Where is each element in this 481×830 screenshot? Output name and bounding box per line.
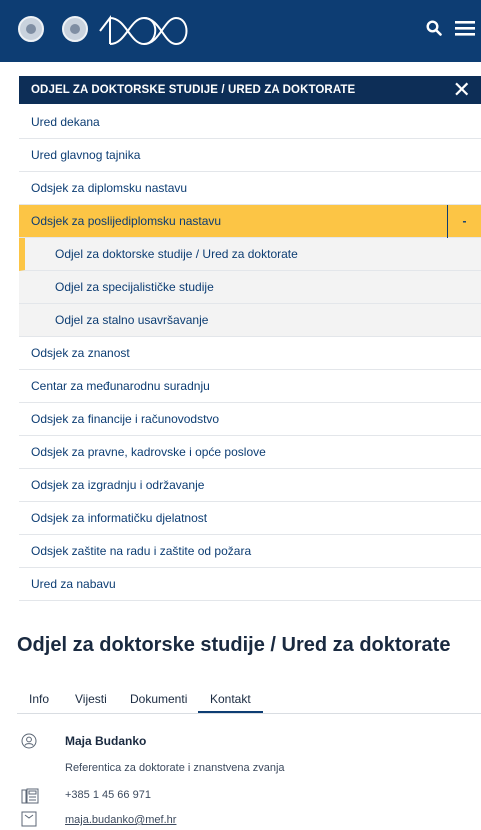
menu-item-label: Odjel za stalno usavršavanje bbox=[55, 313, 209, 327]
menu-item-izgradnja[interactable]: Odsjek za izgradnju i održavanje bbox=[19, 469, 481, 502]
menu-item-label: Odsjek za znanost bbox=[31, 346, 130, 360]
menu-item-label: Odsjek za diplomsku nastavu bbox=[31, 181, 188, 195]
content-tabs: Info Vijesti Dokumenti Kontakt bbox=[17, 692, 481, 714]
tab-info[interactable]: Info bbox=[29, 692, 49, 713]
menu-item-label: Ured dekana bbox=[31, 115, 100, 129]
page-title: Odjel za doktorske studije / Ured za dok… bbox=[17, 634, 451, 656]
contact-email-link[interactable]: maja.budanko@mef.hr bbox=[65, 814, 176, 826]
tab-vijesti[interactable]: Vijesti bbox=[75, 692, 107, 713]
person-icon bbox=[21, 733, 37, 749]
contact-phone: +385 1 45 66 971 bbox=[65, 789, 151, 801]
menu-item-label: Odsjek za informatičku djelatnost bbox=[31, 511, 208, 525]
menu-item-ured-glavnog-tajnika[interactable]: Ured glavnog tajnika bbox=[19, 139, 481, 172]
menu-item-label: Ured glavnog tajnika bbox=[31, 148, 141, 162]
phone-icon bbox=[21, 788, 39, 804]
faculty-seal-icon[interactable] bbox=[62, 16, 88, 42]
panel-title-bar: ODJEL ZA DOKTORSKE STUDIJE / URED ZA DOK… bbox=[19, 76, 481, 104]
tab-kontakt[interactable]: Kontakt bbox=[198, 692, 263, 713]
menu-item-financije[interactable]: Odsjek za financije i računovodstvo bbox=[19, 403, 481, 436]
menu-item-medunarodna-suradnja[interactable]: Centar za međunarodnu suradnju bbox=[19, 370, 481, 403]
menu-item-label: Centar za međunarodnu suradnju bbox=[31, 379, 210, 393]
contact-role: Referentica za doktorate i znanstvena zv… bbox=[65, 762, 285, 774]
hamburger-menu-icon[interactable] bbox=[455, 20, 475, 40]
menu-item-znanost[interactable]: Odsjek za znanost bbox=[19, 337, 481, 370]
collapse-toggle-button[interactable]: - bbox=[447, 205, 481, 238]
panel-title: ODJEL ZA DOKTORSKE STUDIJE / URED ZA DOK… bbox=[31, 84, 356, 96]
menu-item-informaticka-djelatnost[interactable]: Odsjek za informatičku djelatnost bbox=[19, 502, 481, 535]
tab-dokumenti[interactable]: Dokumenti bbox=[130, 692, 187, 713]
top-header bbox=[0, 0, 481, 62]
submenu-item-doktorske-studije[interactable]: Odjel za doktorske studije / Ured za dok… bbox=[19, 238, 481, 271]
menu-item-diplomska-nastava[interactable]: Odsjek za diplomsku nastavu bbox=[19, 172, 481, 205]
menu-item-pravni-poslovi[interactable]: Odsjek za pravne, kadrovske i opće poslo… bbox=[19, 436, 481, 469]
menu-item-label: Odjel za doktorske studije / Ured za dok… bbox=[55, 247, 298, 261]
submenu-item-stalno-usavrsavanje[interactable]: Odjel za stalno usavršavanje bbox=[19, 304, 481, 337]
contact-name: Maja Budanko bbox=[65, 734, 147, 748]
menu-item-label: Odsjek za poslijediplomsku nastavu bbox=[31, 214, 222, 228]
menu-item-label: Ured za nabavu bbox=[31, 577, 116, 591]
anniversary-100-logo[interactable] bbox=[98, 13, 190, 49]
menu-item-ured-dekana[interactable]: Ured dekana bbox=[19, 106, 481, 139]
menu-item-label: Odsjek za financije i računovodstvo bbox=[31, 412, 220, 426]
search-icon[interactable] bbox=[426, 20, 442, 40]
menu-item-poslijediplomska-nastava[interactable]: Odsjek za poslijediplomsku nastavu - bbox=[19, 205, 481, 238]
university-seal-icon[interactable] bbox=[18, 16, 44, 42]
menu-item-ured-za-nabavu[interactable]: Ured za nabavu bbox=[19, 568, 481, 601]
menu-item-label: Odsjek za izgradnju i održavanje bbox=[31, 478, 205, 492]
menu-item-label: Odsjek zaštite na radu i zaštite od poža… bbox=[31, 544, 252, 558]
menu-item-label: Odjel za specijalističke studije bbox=[55, 280, 214, 294]
submenu-item-specijalisticke-studije[interactable]: Odjel za specijalističke studije bbox=[19, 271, 481, 304]
menu-item-label: Odsjek za pravne, kadrovske i opće poslo… bbox=[31, 445, 266, 459]
close-icon[interactable]: ✕ bbox=[452, 76, 471, 104]
side-menu: Ured dekana Ured glavnog tajnika Odsjek … bbox=[19, 106, 481, 601]
menu-item-zastita-na-radu[interactable]: Odsjek zaštite na radu i zaštite od poža… bbox=[19, 535, 481, 568]
email-icon bbox=[21, 811, 37, 827]
